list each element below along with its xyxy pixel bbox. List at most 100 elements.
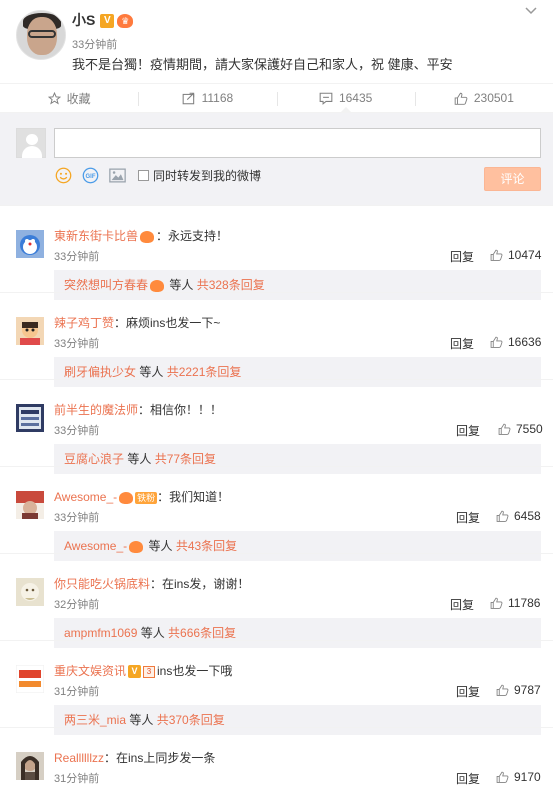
sub-reply-suffix: 等人 — [126, 713, 157, 727]
comment-text-line: 重庆文娱资讯 V 3 ins也发一下哦 — [54, 662, 232, 679]
sub-reply-suffix: 等人 — [124, 452, 155, 466]
reply-button[interactable]: 回复 — [456, 683, 480, 700]
commenter-avatar[interactable] — [16, 317, 44, 345]
post-author-name[interactable]: 小S — [72, 12, 95, 28]
comment-text: ：相信你！！！ — [138, 403, 223, 417]
composer-toolbar: GIF 同时转发到我的微博 — [54, 165, 261, 185]
comment-time: 31分钟前 — [54, 686, 100, 698]
commenter-avatar[interactable] — [16, 230, 44, 258]
comment-time: 33分钟前 — [54, 338, 100, 350]
comment-like-button[interactable]: 6458 — [496, 509, 541, 523]
like-count: 230501 — [473, 91, 514, 105]
emoji-icon[interactable] — [54, 166, 72, 184]
comment-like-button[interactable]: 9787 — [496, 683, 541, 697]
sub-reply-user[interactable]: Awesome_- — [64, 539, 127, 553]
thumbs-up-icon — [490, 597, 503, 609]
commenter-avatar[interactable] — [16, 665, 44, 693]
submit-comment-button[interactable]: 评论 — [484, 167, 541, 191]
reply-button[interactable]: 回复 — [456, 422, 480, 439]
thumbs-up-icon — [496, 771, 509, 783]
comment-item: 辣子鸡丁赞：麻烦ins也发一下~ 33分钟前 回复 16636 刷牙偏执少女 等… — [0, 292, 553, 387]
reply-button[interactable]: 回复 — [450, 335, 474, 352]
comment-like-count: 10474 — [508, 248, 542, 262]
sub-reply-count[interactable]: 共666条回复 — [168, 626, 236, 640]
member-crown-icon — [140, 230, 155, 243]
comment-time: 33分钟前 — [54, 425, 100, 437]
user-avatar-placeholder — [16, 128, 46, 158]
comment-time: 33分钟前 — [54, 512, 100, 524]
comment-item: Awesome_- 铁粉 ：我们知道！ 33分钟前 回复 6458 Awesome_… — [0, 466, 553, 561]
comment-like-count: 9787 — [514, 683, 541, 697]
gif-icon[interactable]: GIF — [81, 166, 99, 184]
commenter-avatar[interactable] — [16, 752, 44, 780]
comment-like-button[interactable]: 11786 — [490, 596, 540, 610]
thumbs-up-icon — [490, 249, 503, 261]
post-text: 我不是台獨！疫情期間，請大家保護好自己和家人，祝 健康、平安 — [72, 57, 453, 72]
reply-button[interactable]: 回复 — [456, 770, 480, 787]
comment-item: 你只能吃火锅底料：在ins发，谢谢！ 32分钟前 回复 11786 ampmfm… — [0, 553, 553, 648]
comment-like-count: 6458 — [514, 509, 541, 523]
commenter-avatar[interactable] — [16, 578, 44, 606]
verified-v-icon: V — [128, 665, 142, 679]
thumbs-up-icon — [454, 92, 468, 105]
reply-button[interactable]: 回复 — [450, 596, 474, 613]
comment-item: 前半生的魔法师：相信你！！！ 33分钟前 回复 7550 豆腐心浪子 等人 共7… — [0, 379, 553, 474]
comment-like-button[interactable]: 10474 — [490, 248, 541, 262]
comment-like-button[interactable]: 16636 — [490, 335, 541, 349]
comment-text-line: Awesome_- 铁粉 ：我们知道！ — [54, 488, 229, 505]
reply-button[interactable]: 回复 — [456, 509, 480, 526]
sub-reply-user[interactable]: 豆腐心浪子 — [64, 452, 124, 466]
commenter-name[interactable]: Reallllllzz — [54, 751, 104, 765]
comment-composer: GIF 同时转发到我的微博 评论 — [0, 113, 553, 205]
comment-text: ：永远支持！ — [156, 229, 229, 243]
sub-reply-count[interactable]: 共370条回复 — [157, 713, 225, 727]
comment-like-button[interactable]: 9170 — [496, 770, 541, 784]
sub-reply-count[interactable]: 共77条回复 — [155, 452, 216, 466]
member-crown-icon — [119, 491, 134, 504]
sub-reply-count[interactable]: 共328条回复 — [197, 278, 265, 292]
comment-text: ：我们知道！ — [157, 490, 230, 504]
comment-input[interactable] — [54, 128, 541, 158]
post-time[interactable]: 33分钟前 — [72, 36, 117, 52]
commenter-name[interactable]: Awesome_- — [54, 490, 117, 504]
sub-reply-count[interactable]: 共2221条回复 — [167, 365, 242, 379]
sub-reply-user[interactable]: 两三米_mia — [64, 713, 126, 727]
fan-badge: 铁粉 — [135, 491, 158, 504]
member-crown-icon[interactable]: ♛ — [117, 14, 134, 29]
comment-button[interactable]: 16435 — [276, 84, 415, 113]
commenter-name[interactable]: 前半生的魔法师 — [54, 403, 138, 417]
commenter-name[interactable]: 辣子鸡丁赞 — [54, 316, 114, 330]
sub-reply-user[interactable]: ampmfm1069 — [64, 626, 137, 640]
image-icon[interactable] — [108, 166, 126, 184]
post-card: 小S V ♛ 33分钟前 我不是台獨！疫情期間，請大家保護好自己和家人，祝 健康、平… — [0, 0, 553, 81]
chevron-down-icon[interactable] — [525, 6, 539, 20]
forward-checkbox[interactable] — [138, 169, 149, 181]
commenter-name[interactable]: 東新东街卡比兽 — [54, 229, 138, 243]
comment-item: 東新东街卡比兽 ：永远支持！ 33分钟前 回复 10474 突然想叫方春春 等人 … — [0, 205, 553, 300]
sub-reply-count[interactable]: 共43条回复 — [176, 539, 237, 553]
post-action-bar: 收藏 11168 16435 230501 — [0, 83, 553, 113]
like-button[interactable]: 230501 — [414, 84, 553, 112]
comment-time: 32分钟前 — [54, 599, 100, 611]
author-avatar[interactable] — [16, 10, 66, 60]
sub-reply-user[interactable]: 突然想叫方春春 — [64, 278, 148, 292]
sub-reply-user[interactable]: 刷牙偏执少女 — [64, 365, 136, 379]
repost-count: 11168 — [201, 91, 234, 105]
comment-like-button[interactable]: 7550 — [498, 422, 543, 436]
comment-text-line: 東新东街卡比兽 ：永远支持！ — [54, 227, 228, 244]
sub-reply-suffix: 等人 — [166, 278, 197, 292]
commenter-name[interactable]: 重庆文娱资讯 — [54, 664, 126, 678]
comment-text-line: 辣子鸡丁赞：麻烦ins也发一下~ — [54, 314, 220, 331]
comment-item: 重庆文娱资讯 V 3 ins也发一下哦 31分钟前 回复 9787 两三米_mia 等… — [0, 640, 553, 735]
commenter-avatar[interactable] — [16, 404, 44, 432]
commenter-name[interactable]: 你只能吃火锅底料 — [54, 577, 150, 591]
svg-text:GIF: GIF — [85, 174, 95, 180]
favorite-button[interactable]: 收藏 — [0, 84, 138, 112]
commenter-avatar[interactable] — [16, 491, 44, 519]
sub-reply-suffix: 等人 — [137, 626, 169, 640]
repost-button[interactable]: 11168 — [138, 84, 276, 112]
thumbs-up-icon — [490, 336, 503, 348]
reply-button[interactable]: 回复 — [450, 248, 474, 265]
verified-v-icon: V — [100, 14, 115, 29]
comment-text-line: Reallllllzz：在ins上同步发一条 — [54, 749, 215, 766]
